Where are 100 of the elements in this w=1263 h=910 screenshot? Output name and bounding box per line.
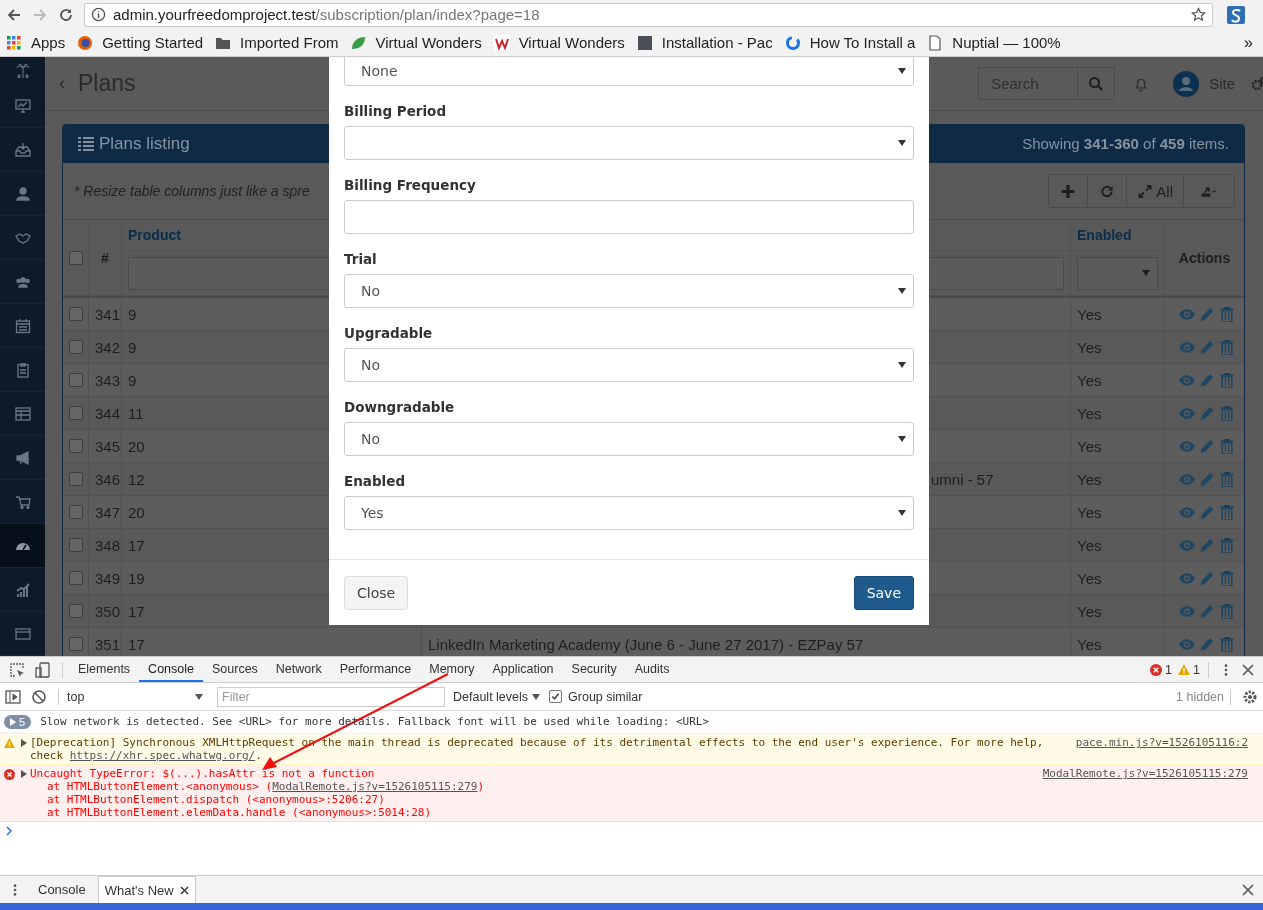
view-icon[interactable] — [1179, 471, 1195, 487]
edit-icon[interactable] — [1199, 636, 1215, 652]
devtools-tab[interactable]: Console — [139, 657, 203, 682]
view-icon[interactable] — [1179, 537, 1195, 553]
levels-dropdown[interactable]: Default levels — [453, 689, 541, 704]
source-link[interactable]: ModalRemote.js?v=1526105115:279 — [1042, 767, 1248, 780]
context-select[interactable]: top — [65, 689, 213, 704]
drawer-tab[interactable]: What's New — [97, 876, 196, 903]
row-checkbox[interactable] — [68, 637, 83, 651]
row-checkbox[interactable] — [68, 505, 83, 519]
row-checkbox[interactable] — [68, 604, 83, 618]
drawer-tab[interactable]: Console — [32, 876, 92, 903]
select-field[interactable] — [344, 126, 914, 160]
view-icon[interactable] — [1179, 438, 1195, 454]
inspect-icon[interactable] — [9, 661, 25, 678]
bookmark[interactable]: Nuptial — 100% — [927, 34, 1061, 51]
edit-icon[interactable] — [1199, 471, 1215, 487]
clear-console-icon[interactable] — [31, 688, 47, 705]
filter-select[interactable] — [1077, 256, 1158, 290]
delete-icon[interactable] — [1219, 603, 1235, 619]
select-field[interactable]: No — [344, 274, 914, 308]
view-icon[interactable] — [1179, 570, 1195, 586]
delete-icon[interactable] — [1219, 570, 1235, 586]
close-icon[interactable] — [179, 885, 189, 895]
group-similar-checkbox[interactable] — [549, 690, 563, 703]
view-icon[interactable] — [1179, 504, 1195, 520]
bookmark[interactable]: How To Install a — [784, 34, 916, 51]
source-link[interactable]: pace.min.js?v=1526105116:2 — [1075, 736, 1248, 749]
save-button[interactable]: Save — [853, 575, 914, 610]
delete-icon[interactable] — [1219, 504, 1235, 520]
close-icon[interactable] — [1242, 882, 1254, 897]
error-count[interactable]: 1 — [1165, 662, 1173, 677]
bookmark[interactable]: Virtual Wonders — [493, 34, 625, 51]
edit-icon[interactable] — [1199, 339, 1215, 355]
expand-icon[interactable] — [21, 770, 27, 778]
warning-count[interactable]: 1 — [1193, 662, 1200, 677]
bookmark[interactable]: Getting Started — [77, 34, 204, 51]
prompt-icon[interactable] — [6, 826, 12, 836]
info-icon[interactable] — [91, 7, 106, 22]
edit-icon[interactable] — [1199, 405, 1215, 421]
reload-icon[interactable] — [58, 6, 74, 23]
view-icon[interactable] — [1179, 636, 1195, 652]
devtools-tab[interactable]: Application — [483, 657, 563, 682]
view-icon[interactable] — [1179, 372, 1195, 388]
devtools-tab[interactable]: Security — [562, 657, 626, 682]
sidebar-toggle-icon[interactable] — [5, 688, 21, 705]
bookmark[interactable]: Apps — [6, 34, 66, 51]
edit-icon[interactable] — [1199, 504, 1215, 520]
row-checkbox[interactable] — [68, 439, 83, 453]
row-checkbox[interactable] — [68, 571, 83, 585]
address-field[interactable]: admin.yourfreedomproject.test/subscription/plan/index?page=18 — [84, 2, 1213, 27]
delete-icon[interactable] — [1219, 537, 1235, 553]
close-icon[interactable] — [1242, 662, 1254, 677]
edit-icon[interactable] — [1199, 306, 1215, 322]
more-bookmarks[interactable]: » — [1244, 33, 1253, 52]
sidebar-item[interactable] — [0, 524, 45, 568]
settings-icon[interactable] — [1242, 688, 1258, 705]
edit-icon[interactable] — [1199, 438, 1215, 454]
view-icon[interactable] — [1179, 339, 1195, 355]
select-field[interactable]: No — [344, 348, 914, 382]
edit-icon[interactable] — [1199, 603, 1215, 619]
delete-icon[interactable] — [1219, 438, 1235, 454]
edit-icon[interactable] — [1199, 372, 1215, 388]
link[interactable]: ModalRemote.js?v=1526105115:279 — [272, 780, 478, 793]
row-checkbox[interactable] — [68, 472, 83, 486]
select-field[interactable]: None — [344, 57, 914, 86]
delete-icon[interactable] — [1219, 339, 1235, 355]
row-checkbox[interactable] — [68, 340, 83, 354]
row-checkbox[interactable] — [68, 538, 83, 552]
edit-icon[interactable] — [1199, 537, 1215, 553]
devtools-tab[interactable]: Performance — [330, 657, 421, 682]
devtools-tab[interactable]: Elements — [69, 657, 140, 682]
view-icon[interactable] — [1179, 405, 1195, 421]
avatar-icon[interactable] — [1173, 70, 1200, 97]
delete-icon[interactable] — [1219, 471, 1235, 487]
row-checkbox[interactable] — [68, 373, 83, 387]
select-field[interactable]: Yes — [344, 496, 914, 530]
expand-icon[interactable] — [21, 739, 27, 747]
back-icon[interactable] — [6, 6, 22, 23]
delete-icon[interactable] — [1219, 372, 1235, 388]
delete-icon[interactable] — [1219, 636, 1235, 652]
close-button[interactable]: Close — [344, 575, 409, 610]
edit-icon[interactable] — [1199, 570, 1215, 586]
bookmark[interactable]: Imported From — [215, 34, 339, 51]
row-checkbox[interactable] — [68, 406, 83, 420]
delete-icon[interactable] — [1219, 306, 1235, 322]
devtools-tab[interactable]: Audits — [625, 657, 679, 682]
star-icon[interactable] — [1191, 7, 1206, 22]
add-button[interactable] — [1049, 175, 1089, 207]
devtools-tab[interactable]: Sources — [203, 657, 267, 682]
bookmark[interactable]: Installation - Pac — [636, 34, 773, 51]
devtools-tab[interactable]: Network — [266, 657, 331, 682]
link[interactable]: https://xhr.spec.whatwg.org/ — [69, 749, 256, 762]
input-field[interactable] — [344, 200, 914, 234]
select-field[interactable]: No — [344, 422, 914, 456]
bookmark[interactable]: Virtual Wonders — [350, 34, 482, 51]
devtools-tab[interactable]: Memory — [420, 657, 484, 682]
device-icon[interactable] — [35, 661, 51, 678]
view-icon[interactable] — [1179, 306, 1195, 322]
search-button[interactable] — [1078, 67, 1116, 100]
